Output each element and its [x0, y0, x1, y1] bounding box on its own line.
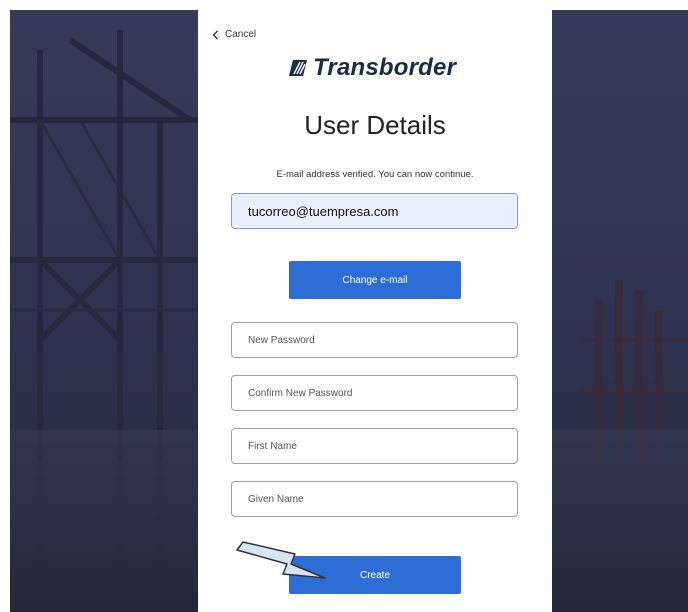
brand-mark-icon — [289, 60, 307, 76]
arrow-pointer-icon — [236, 541, 326, 579]
signup-panel: Cancel Transborder User Details E-mail a… — [198, 10, 552, 612]
confirm-password-field[interactable] — [231, 375, 518, 411]
change-email-button[interactable]: Change e-mail — [289, 261, 461, 299]
cancel-label: Cancel — [225, 29, 257, 40]
email-field[interactable]: tucorreo@tuempresa.com — [231, 193, 518, 229]
brand-name: Transborder — [313, 54, 457, 81]
verified-message: E-mail address verified. You can now con… — [276, 169, 474, 180]
first-name-field[interactable] — [231, 428, 518, 464]
brand-logo: Transborder — [288, 54, 456, 82]
new-password-field[interactable] — [231, 322, 518, 358]
given-name-field[interactable] — [231, 481, 518, 517]
page-title: User Details — [304, 110, 446, 140]
chevron-left-icon — [212, 30, 218, 39]
cancel-link[interactable]: Cancel — [212, 29, 256, 40]
